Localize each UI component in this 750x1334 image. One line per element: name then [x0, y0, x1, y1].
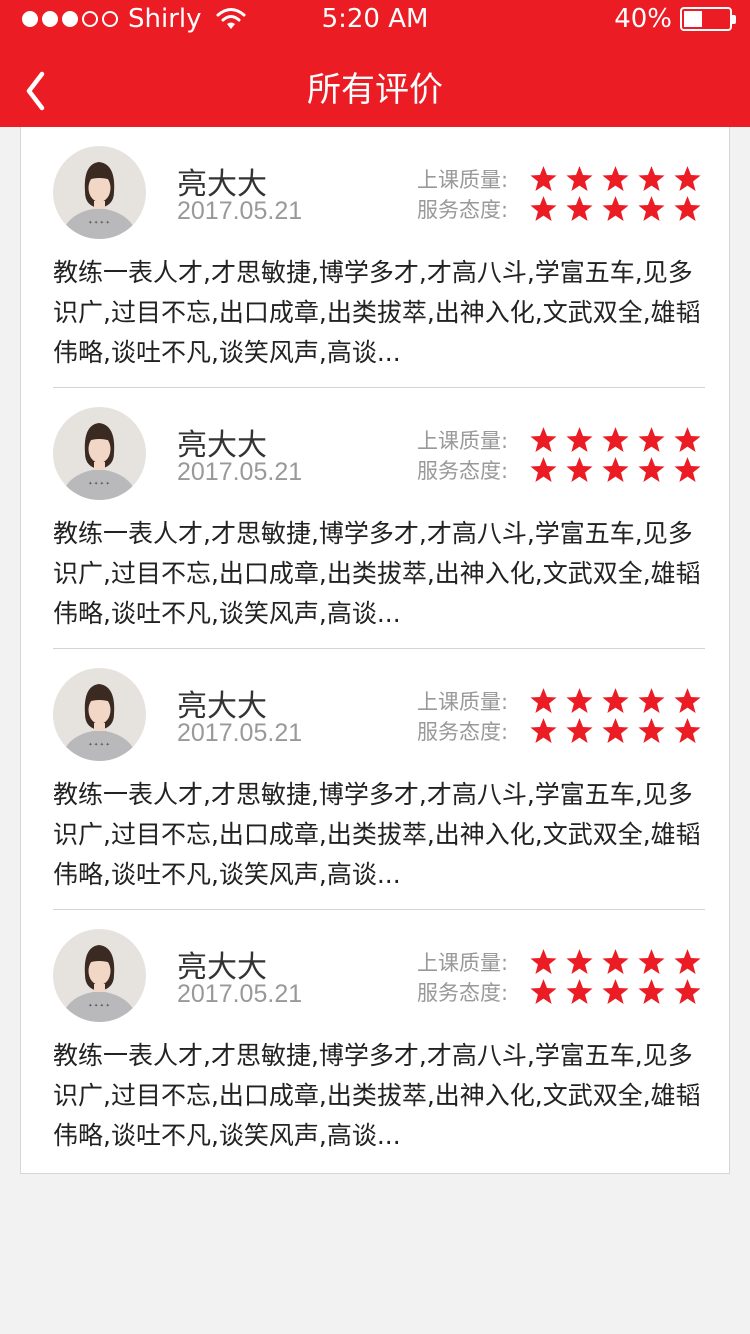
nav-bar: 所有评价	[0, 44, 750, 127]
quality-rating-label: 上课质量:	[417, 429, 509, 453]
avatar: ✦ ✦ ✦ ✦	[53, 668, 146, 761]
attitude-rating: 服务态度:	[417, 977, 702, 1007]
status-right: 40%	[614, 4, 736, 34]
star-icon	[673, 195, 702, 223]
review-item: ✦ ✦ ✦ ✦ 亮大大 2017.05.21 上课质量: 服务态度: 教练一表人…	[53, 127, 705, 388]
avatar-image: ✦ ✦ ✦ ✦	[53, 668, 146, 761]
svg-text:✦ ✦ ✦ ✦: ✦ ✦ ✦ ✦	[88, 220, 110, 226]
star-icon	[565, 426, 594, 454]
review-item: ✦ ✦ ✦ ✦ 亮大大 2017.05.21 上课质量: 服务态度: 教练一表人…	[53, 388, 705, 649]
star-icon	[565, 165, 594, 193]
star-icon	[529, 195, 558, 223]
star-icon	[529, 717, 558, 745]
svg-text:✦ ✦ ✦ ✦: ✦ ✦ ✦ ✦	[88, 1003, 110, 1009]
attitude-rating-label: 服务态度:	[417, 981, 509, 1005]
review-date: 2017.05.21	[177, 719, 303, 747]
star-icon	[529, 426, 558, 454]
quality-rating: 上课质量:	[417, 947, 702, 977]
star-icon	[529, 948, 558, 976]
status-bar: Shirly 5:20 AM 40%	[0, 0, 750, 44]
star-icon	[601, 948, 630, 976]
reviews-list: ✦ ✦ ✦ ✦ 亮大大 2017.05.21 上课质量: 服务态度: 教练一表人…	[20, 127, 730, 1174]
quality-stars	[529, 687, 702, 715]
star-icon	[565, 195, 594, 223]
star-icon	[673, 717, 702, 745]
svg-text:✦ ✦ ✦ ✦: ✦ ✦ ✦ ✦	[88, 742, 110, 748]
star-icon	[601, 165, 630, 193]
quality-stars	[529, 165, 702, 193]
attitude-rating-label: 服务态度:	[417, 198, 509, 222]
star-icon	[637, 195, 666, 223]
quality-rating: 上课质量:	[417, 164, 702, 194]
star-icon	[637, 456, 666, 484]
star-icon	[601, 195, 630, 223]
star-icon	[601, 687, 630, 715]
review-comment: 教练一表人才,才思敏捷,博学多才,才高八斗,学富五车,见多识广,过目不忘,出口成…	[53, 1041, 701, 1150]
star-icon	[601, 426, 630, 454]
review-item: ✦ ✦ ✦ ✦ 亮大大 2017.05.21 上课质量: 服务态度: 教练一表人…	[53, 910, 705, 1171]
star-icon	[529, 456, 558, 484]
battery-icon	[680, 7, 736, 31]
avatar: ✦ ✦ ✦ ✦	[53, 407, 146, 500]
star-icon	[637, 687, 666, 715]
avatar: ✦ ✦ ✦ ✦	[53, 929, 146, 1022]
star-icon	[673, 456, 702, 484]
star-icon	[637, 426, 666, 454]
review-item: ✦ ✦ ✦ ✦ 亮大大 2017.05.21 上课质量: 服务态度: 教练一表人…	[53, 649, 705, 910]
attitude-rating-label: 服务态度:	[417, 459, 509, 483]
quality-stars	[529, 948, 702, 976]
quality-rating-label: 上课质量:	[417, 168, 509, 192]
review-date: 2017.05.21	[177, 980, 303, 1008]
star-icon	[565, 717, 594, 745]
avatar-image: ✦ ✦ ✦ ✦	[53, 929, 146, 1022]
attitude-stars	[529, 978, 702, 1006]
attitude-rating: 服务态度:	[417, 716, 702, 746]
avatar-image: ✦ ✦ ✦ ✦	[53, 407, 146, 500]
svg-text:✦ ✦ ✦ ✦: ✦ ✦ ✦ ✦	[88, 481, 110, 487]
quality-stars	[529, 426, 702, 454]
star-icon	[601, 456, 630, 484]
attitude-rating: 服务态度:	[417, 455, 702, 485]
battery-fill	[684, 11, 702, 27]
star-icon	[637, 948, 666, 976]
star-icon	[637, 717, 666, 745]
attitude-stars	[529, 717, 702, 745]
star-icon	[565, 687, 594, 715]
avatar: ✦ ✦ ✦ ✦	[53, 146, 146, 239]
star-icon	[637, 978, 666, 1006]
review-comment: 教练一表人才,才思敏捷,博学多才,才高八斗,学富五车,见多识广,过目不忘,出口成…	[53, 519, 701, 628]
star-icon	[529, 165, 558, 193]
review-date: 2017.05.21	[177, 458, 303, 486]
review-comment: 教练一表人才,才思敏捷,博学多才,才高八斗,学富五车,见多识广,过目不忘,出口成…	[53, 780, 701, 889]
star-icon	[673, 978, 702, 1006]
attitude-rating-label: 服务态度:	[417, 720, 509, 744]
star-icon	[601, 717, 630, 745]
star-icon	[529, 978, 558, 1006]
quality-rating-label: 上课质量:	[417, 690, 509, 714]
review-date: 2017.05.21	[177, 197, 303, 225]
star-icon	[601, 978, 630, 1006]
star-icon	[529, 687, 558, 715]
star-icon	[673, 426, 702, 454]
star-icon	[565, 948, 594, 976]
star-icon	[565, 978, 594, 1006]
quality-rating: 上课质量:	[417, 686, 702, 716]
star-icon	[565, 456, 594, 484]
page-title: 所有评价	[307, 70, 443, 110]
star-icon	[673, 687, 702, 715]
star-icon	[673, 165, 702, 193]
battery-percent: 40%	[614, 4, 672, 34]
app-header: Shirly 5:20 AM 40% 所有评价	[0, 0, 750, 127]
star-icon	[673, 948, 702, 976]
attitude-rating: 服务态度:	[417, 194, 702, 224]
attitude-stars	[529, 195, 702, 223]
quality-rating: 上课质量:	[417, 425, 702, 455]
star-icon	[637, 165, 666, 193]
attitude-stars	[529, 456, 702, 484]
quality-rating-label: 上课质量:	[417, 951, 509, 975]
avatar-image: ✦ ✦ ✦ ✦	[53, 146, 146, 239]
review-comment: 教练一表人才,才思敏捷,博学多才,才高八斗,学富五车,见多识广,过目不忘,出口成…	[53, 258, 701, 367]
